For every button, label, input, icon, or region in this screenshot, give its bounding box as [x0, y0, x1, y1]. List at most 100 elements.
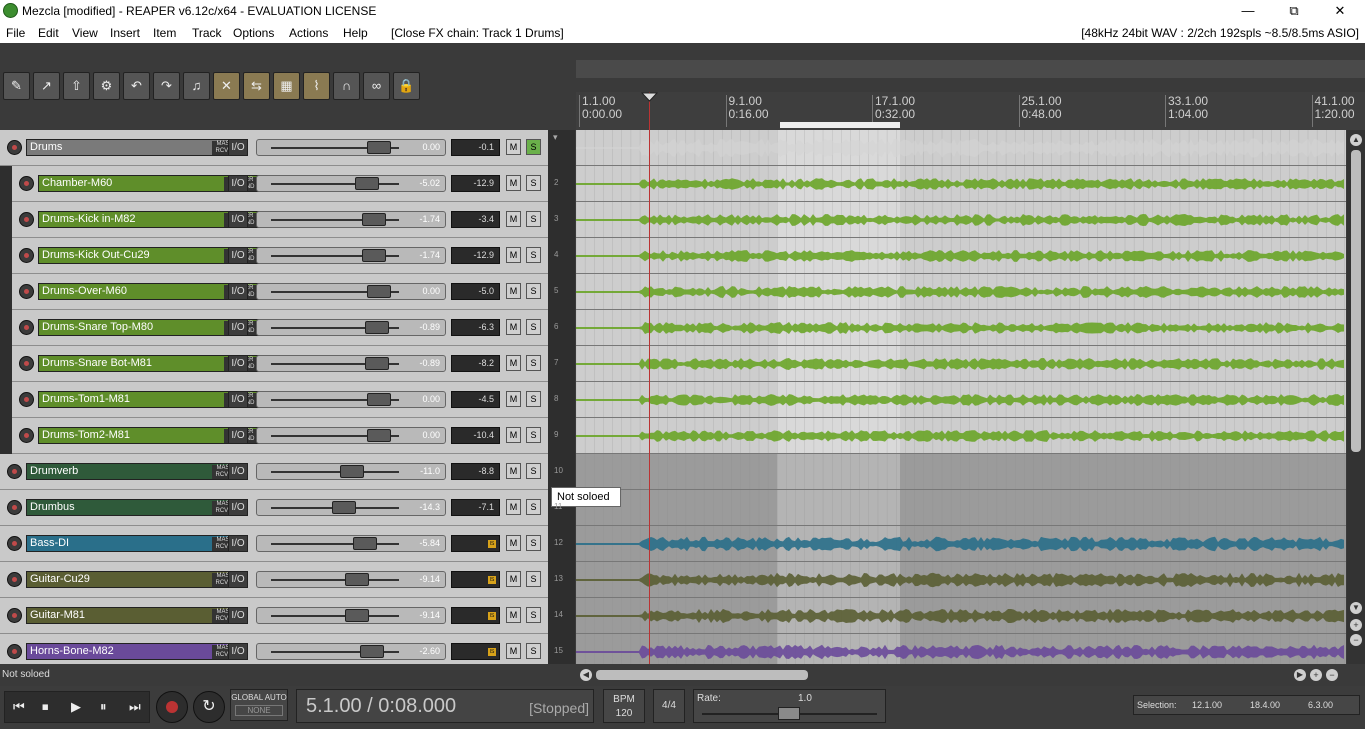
mute-button[interactable]: M — [506, 571, 521, 587]
fader-knob[interactable] — [366, 141, 391, 154]
track-name-field[interactable]: Guitar-Cu29MASTERRCV SND — [26, 571, 248, 588]
mute-button[interactable]: M — [506, 391, 521, 407]
peak-meter[interactable]: -3.4 — [451, 211, 500, 228]
region-lane[interactable] — [576, 60, 1365, 78]
track-row[interactable]: DrumverbMASTERRCV SNDI/O -11.0 -8.8 MS — [0, 454, 548, 490]
minimize-button[interactable]: — — [1225, 0, 1271, 22]
peak-meter[interactable]: IS — [451, 643, 500, 660]
fader-knob[interactable] — [352, 537, 377, 550]
track-name-field[interactable]: Drums-Tom1-M81MASTERRCV SND — [38, 391, 260, 408]
position-display[interactable]: 5.1.00 / 0:08.000 [Stopped] — [296, 689, 594, 723]
solo-button[interactable]: S — [526, 643, 541, 659]
track-row[interactable]: Guitar-M81MASTERRCV SNDI/O -9.14 IS MS — [0, 598, 548, 634]
maximize-button[interactable]: ⧉ — [1271, 0, 1317, 22]
fader-knob[interactable] — [344, 609, 369, 622]
track-row[interactable]: Drums-Over-M60MASTERRCV SNDI/O 0.00 -5.0 MS — [12, 274, 548, 310]
open-project-icon[interactable]: ↗ — [33, 72, 60, 100]
io-button[interactable]: I/O — [228, 535, 248, 552]
volume-fader[interactable]: -5.02 — [256, 175, 446, 192]
mute-button[interactable]: M — [506, 247, 521, 263]
solo-button[interactable]: S — [526, 247, 541, 263]
track-row[interactable]: Drums-Snare Bot-M81MASTERRCV SNDI/O -0.89… — [12, 346, 548, 382]
envelope-icon[interactable]: ⌇ — [303, 72, 330, 100]
io-button[interactable]: I/O — [228, 139, 248, 156]
menu-item[interactable]: Item — [153, 26, 176, 40]
volume-fader[interactable]: -0.89 — [256, 355, 446, 372]
menu-options[interactable]: Options — [233, 26, 274, 40]
volume-fader[interactable]: -2.60 — [256, 643, 446, 660]
record-arm-icon[interactable] — [19, 392, 34, 407]
track-name-field[interactable]: Drums-Kick in-M82MASTERRCV SND — [38, 211, 260, 228]
io-button[interactable]: I/O — [228, 571, 248, 588]
io-button[interactable]: I/O — [228, 319, 248, 336]
volume-fader[interactable]: -0.89 — [256, 319, 446, 336]
record-arm-icon[interactable] — [7, 644, 22, 659]
fader-knob[interactable] — [366, 393, 391, 406]
zoom-in-horizontal-icon[interactable]: + — [1310, 669, 1322, 681]
solo-button[interactable]: S — [526, 139, 541, 155]
peak-meter[interactable]: IS — [451, 607, 500, 624]
scroll-up-icon[interactable]: ▲ — [1350, 134, 1362, 146]
io-button[interactable]: I/O — [228, 391, 248, 408]
peak-meter[interactable]: -7.1 — [451, 499, 500, 516]
tcp-scroll-down-icon[interactable]: ▾ — [553, 132, 565, 142]
peak-meter[interactable]: -4.5 — [451, 391, 500, 408]
record-arm-icon[interactable] — [7, 608, 22, 623]
track-name-field[interactable]: Drums-Kick Out-Cu29MASTERRCV SND — [38, 247, 260, 264]
fader-knob[interactable] — [340, 465, 365, 478]
io-button[interactable]: I/O — [228, 607, 248, 624]
solo-button[interactable]: S — [526, 499, 541, 515]
track-name-field[interactable]: Bass-DIMASTERRCV SND — [26, 535, 248, 552]
play-cursor[interactable] — [649, 92, 650, 664]
track-name-field[interactable]: DrumbusMASTERRCV SND — [26, 499, 248, 516]
track-name-field[interactable]: DrumsMASTERRCV SND — [26, 139, 248, 156]
play-icon[interactable]: ▶ — [71, 699, 81, 715]
go-to-start-icon[interactable]: ⏮ — [13, 699, 25, 715]
volume-fader[interactable]: -1.74 — [256, 247, 446, 264]
vertical-scroll-thumb[interactable] — [1351, 150, 1361, 452]
volume-fader[interactable]: -9.14 — [256, 571, 446, 588]
volume-fader[interactable]: -14.3 — [256, 499, 446, 516]
mute-button[interactable]: M — [506, 319, 521, 335]
close-button[interactable]: ✕ — [1317, 0, 1363, 22]
record-arm-icon[interactable] — [19, 428, 34, 443]
ripple-edit-icon[interactable]: ⇆ — [243, 72, 270, 100]
global-auto-button[interactable]: GLOBAL AUTO NONE — [230, 689, 288, 721]
io-button[interactable]: I/O — [228, 463, 248, 480]
mute-button[interactable]: M — [506, 643, 521, 659]
record-button[interactable] — [156, 691, 188, 723]
time-signature[interactable]: 4/4 — [653, 689, 685, 723]
track-name-field[interactable]: DrumverbMASTERRCV SND — [26, 463, 248, 480]
peak-meter[interactable]: -10.4 — [451, 427, 500, 444]
track-row[interactable]: DrumbusMASTERRCV SNDI/O -14.3 -7.1 MS — [0, 490, 548, 526]
record-arm-icon[interactable] — [19, 356, 34, 371]
volume-fader[interactable]: 0.00 — [256, 139, 446, 156]
peak-meter[interactable]: -0.1 — [451, 139, 500, 156]
track-row[interactable]: Horns-Bone-M82MASTERRCV SNDI/O -2.60 IS MS — [0, 634, 548, 664]
mute-button[interactable]: M — [506, 175, 521, 191]
menu-actions[interactable]: Actions — [289, 26, 328, 40]
solo-button[interactable]: S — [526, 283, 541, 299]
solo-button[interactable]: S — [526, 391, 541, 407]
new-project-icon[interactable]: ✎ — [3, 72, 30, 100]
mute-button[interactable]: M — [506, 139, 521, 155]
fader-knob[interactable] — [360, 645, 385, 658]
peak-meter[interactable]: -5.0 — [451, 283, 500, 300]
fader-knob[interactable] — [366, 429, 391, 442]
repeat-toggle-icon[interactable]: ↻ — [193, 691, 225, 723]
io-button[interactable]: I/O — [228, 427, 248, 444]
track-row[interactable]: Drums-Tom1-M81MASTERRCV SNDI/O 0.00 -4.5 MS — [12, 382, 548, 418]
fader-knob[interactable] — [366, 285, 391, 298]
mute-button[interactable]: M — [506, 427, 521, 443]
peak-meter[interactable]: -12.9 — [451, 247, 500, 264]
record-arm-icon[interactable] — [19, 176, 34, 191]
track-name-field[interactable]: Guitar-M81MASTERRCV SND — [26, 607, 248, 624]
track-name-field[interactable]: Drums-Snare Bot-M81MASTERRCV SND — [38, 355, 260, 372]
save-project-icon[interactable]: ⇧ — [63, 72, 90, 100]
rate-slider-thumb[interactable] — [778, 707, 800, 720]
zoom-out-horizontal-icon[interactable]: − — [1326, 669, 1338, 681]
io-button[interactable]: I/O — [228, 643, 248, 660]
volume-fader[interactable]: -5.84 — [256, 535, 446, 552]
zoom-out-vertical-icon[interactable]: − — [1350, 634, 1362, 646]
peak-meter[interactable]: IS — [451, 535, 500, 552]
